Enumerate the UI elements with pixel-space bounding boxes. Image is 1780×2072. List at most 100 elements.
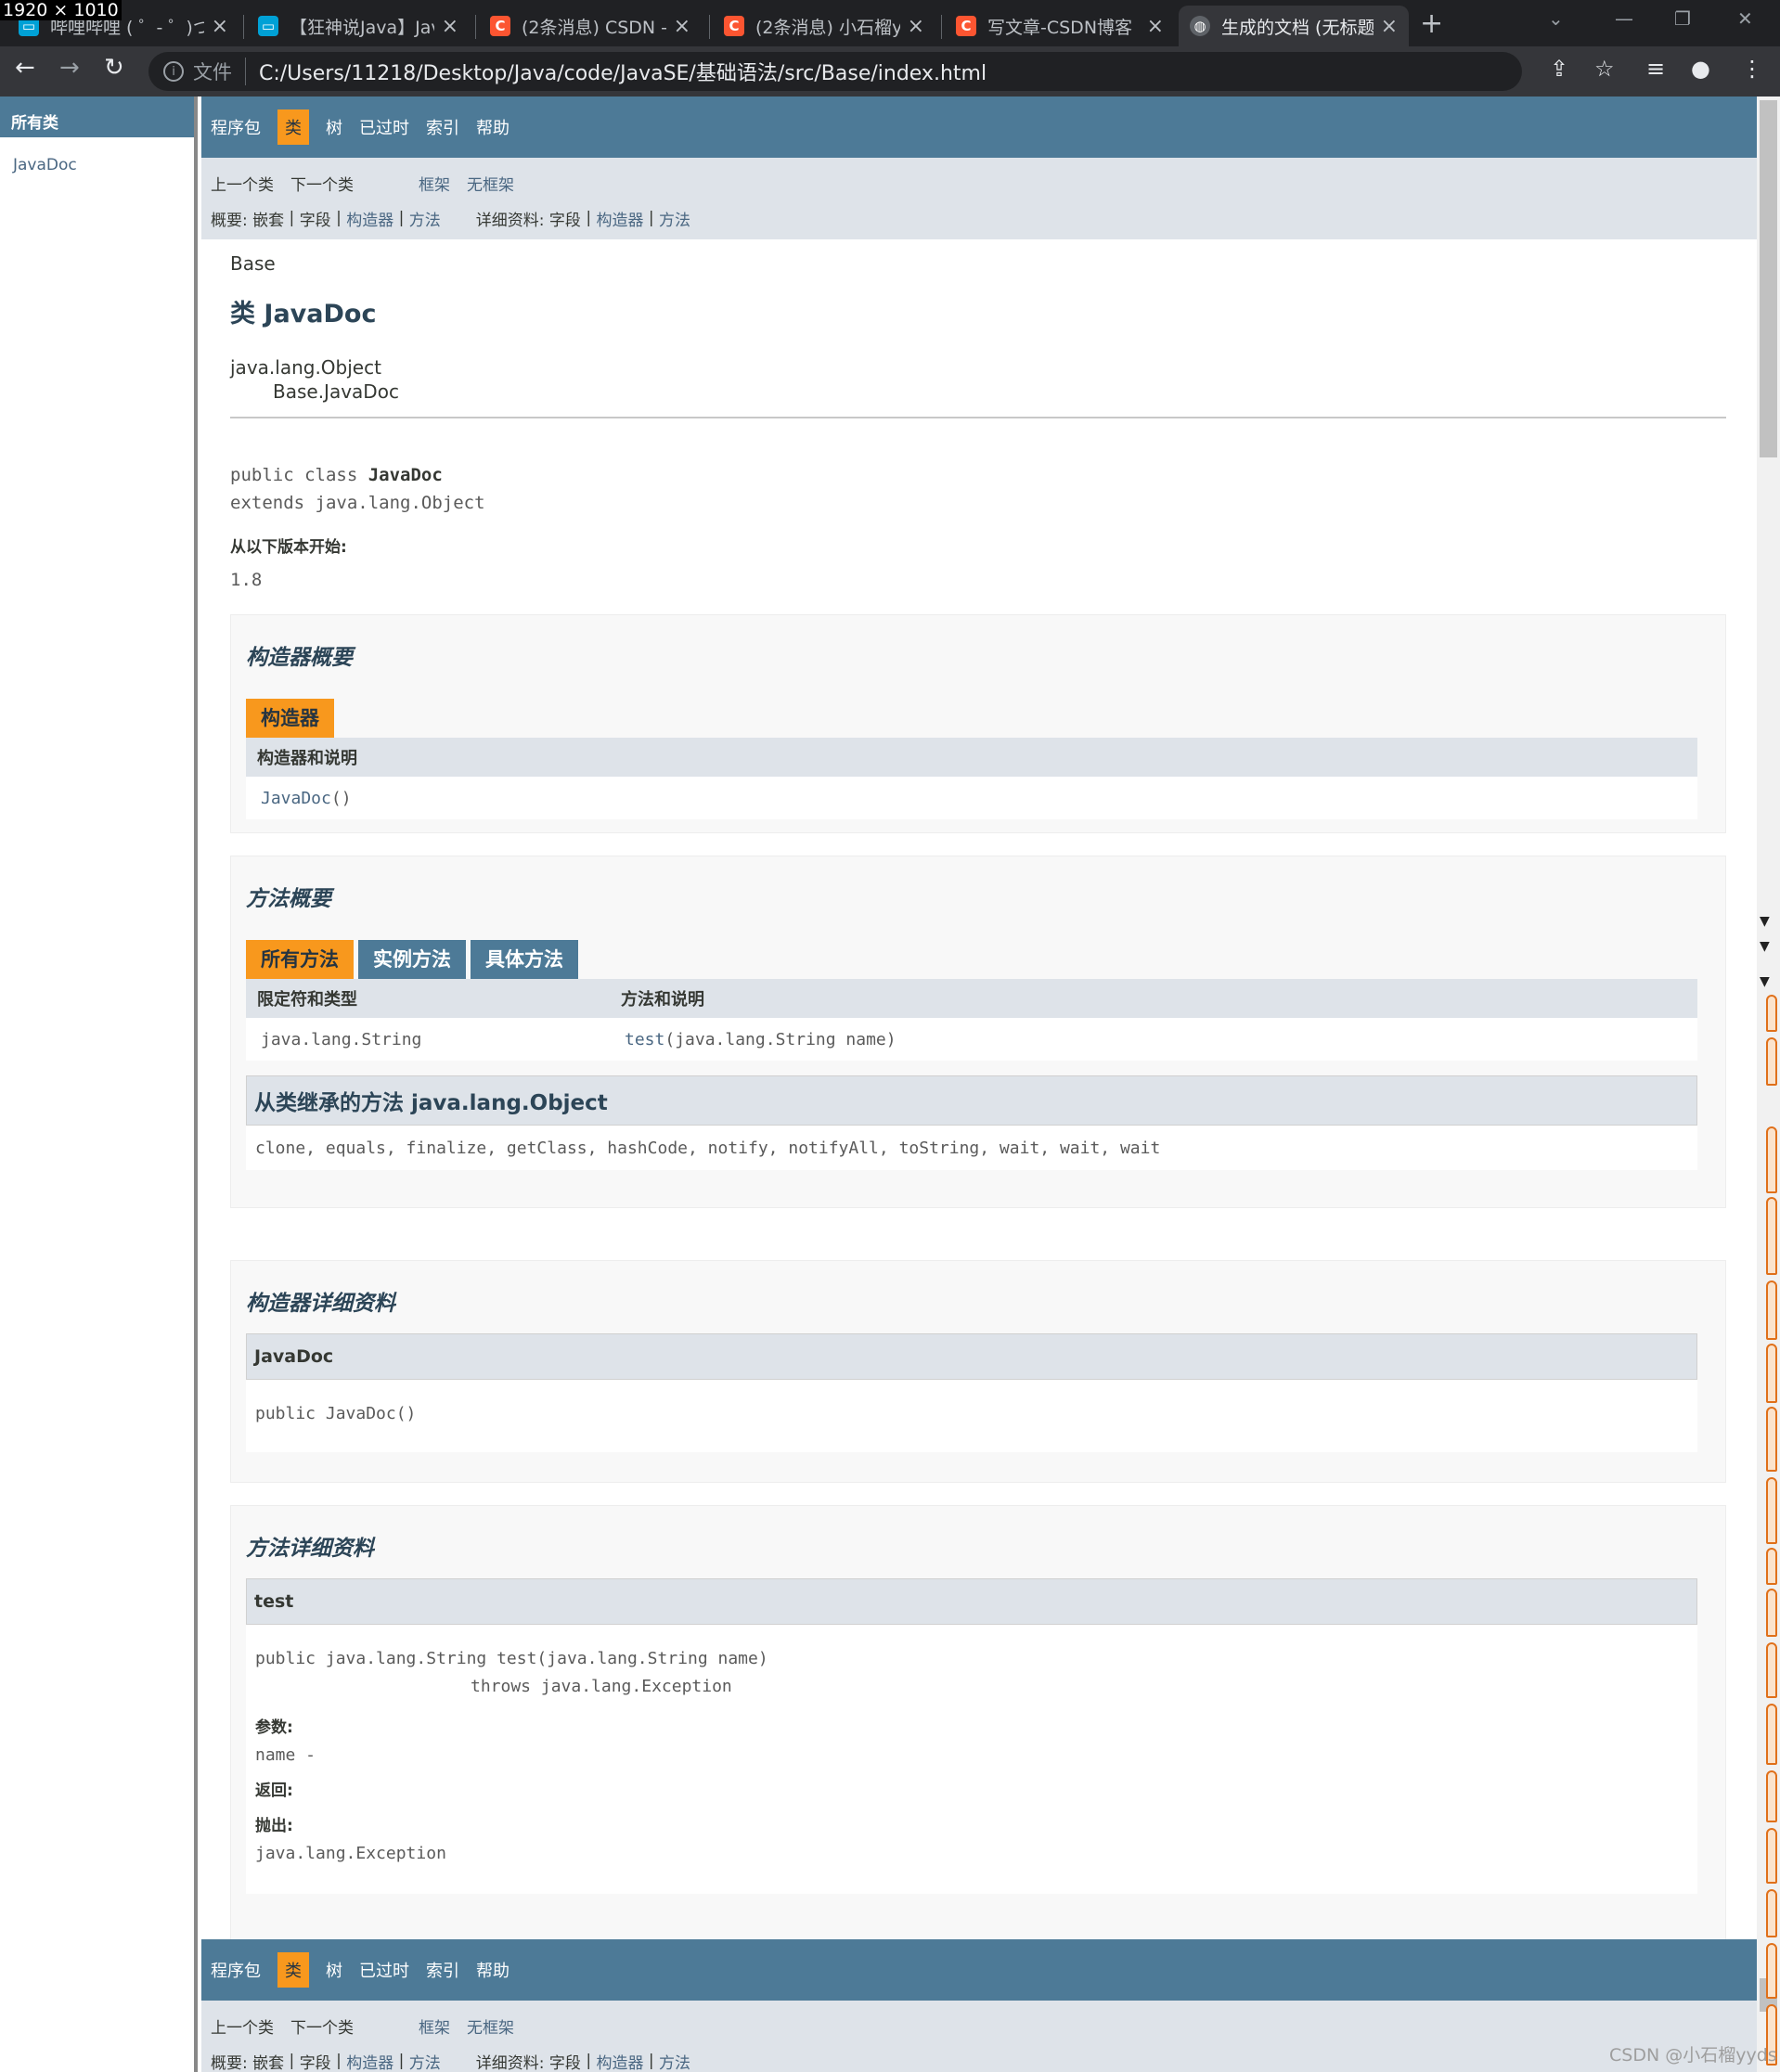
info-icon[interactable]: i [163, 61, 184, 82]
bottom-sub-nav: 上一个类 下一个类 框架 无框架 概要: 嵌套 | 字段 | 构造器 | 方法 … [201, 2001, 1757, 2072]
method-link-test[interactable]: test [625, 1030, 664, 1049]
frames-link[interactable]: 框架 [419, 2014, 450, 2038]
back-icon[interactable]: ← [15, 54, 35, 82]
share-icon[interactable]: ⇪ [1550, 56, 1568, 82]
summary-method-link[interactable]: 方法 [409, 2050, 441, 2072]
detail-method-link[interactable]: 方法 [659, 2050, 690, 2072]
tab-label: 【狂神说Java】Jav [290, 17, 434, 38]
minimize-icon[interactable]: — [1615, 7, 1633, 30]
tab-label: (2条消息) 小石榴yy [755, 17, 900, 38]
pencil-icon [1766, 1889, 1777, 1937]
method-summary: 方法概要 所有方法 实例方法 具体方法 限定符和类型 方法和说明 java.lang… [230, 856, 1726, 1208]
pencil-icon [1766, 1828, 1777, 1884]
method-detail-title: 方法详细资料 [246, 1537, 374, 1561]
constructor-detail-title: 构造器详细资料 [246, 1292, 395, 1316]
detail-constructor-link[interactable]: 构造器 [596, 2050, 643, 2072]
close-icon[interactable]: × [674, 15, 690, 38]
forward-icon[interactable]: → [59, 54, 80, 82]
menu-icon[interactable]: ⋮ [1741, 56, 1763, 82]
browser-tab-2[interactable]: ▭ 【狂神说Java】Jav × [247, 6, 470, 46]
tab-all-methods[interactable]: 所有方法 [246, 940, 354, 979]
window-close-icon[interactable]: ✕ [1737, 7, 1753, 30]
class-signature: public class JavaDoc extends java.lang.O… [230, 461, 1729, 517]
scroll-down-arrow-icon[interactable]: ▼ [1760, 974, 1770, 989]
col-method-desc: 方法和说明 [621, 990, 704, 1010]
summary-constructor-link[interactable]: 构造器 [346, 2050, 393, 2072]
address-bar[interactable]: i 文件 C:/Users/11218/Desktop/Java/code/Ja… [148, 52, 1522, 91]
constructor-summary-title: 构造器概要 [246, 646, 353, 670]
tab-concrete-methods[interactable]: 具体方法 [471, 940, 578, 979]
close-icon[interactable]: × [212, 15, 228, 38]
constructor-args: () [330, 788, 352, 808]
constructor-summary: 构造器概要 构造器 构造器和说明 JavaDoc() [230, 614, 1726, 833]
nav-deprecated[interactable]: 已过时 [359, 1952, 409, 1988]
nav-help[interactable]: 帮助 [476, 109, 509, 145]
inherited-methods-list[interactable]: clone, equals, finalize, getClass, hashC… [246, 1126, 1697, 1170]
browser-tab-4[interactable]: C (2条消息) 小石榴yy × [713, 6, 935, 46]
close-icon[interactable]: × [1147, 15, 1164, 38]
scrollbar-thumb[interactable] [1760, 100, 1777, 457]
scroll-down-arrow-icon[interactable]: ▼ [1760, 914, 1770, 929]
no-frames-link[interactable]: 无框架 [467, 172, 514, 195]
reload-icon[interactable]: ↻ [104, 54, 124, 82]
globe-icon: ◍ [1190, 16, 1210, 36]
prev-class: 上一个类 [211, 2018, 274, 2038]
method-args: (java.lang.String name) [664, 1029, 896, 1049]
nav-index[interactable]: 索引 [426, 109, 459, 145]
table-row: java.lang.String test (java.lang.String n… [246, 1018, 1697, 1061]
bottom-nav: 程序包 类 树 已过时 索引 帮助 上一个类 下一个类 框架 无框架 概要: 嵌… [201, 1939, 1757, 2072]
detail-field: 字段 [548, 2053, 581, 2072]
prev-class: 上一个类 [211, 175, 274, 195]
summary-constructor-link[interactable]: 构造器 [346, 207, 393, 230]
browser-tab-3[interactable]: C (2条消息) CSDN - × [479, 6, 702, 46]
method-signature-line1: public java.lang.String test(java.lang.S… [255, 1649, 768, 1668]
pencil-icon [1766, 1197, 1777, 1275]
tab-search-icon[interactable]: ⌄ [1548, 7, 1564, 30]
browser-toolbar: ← → ↻ i 文件 C:/Users/11218/Desktop/Java/c… [0, 46, 1780, 97]
summary-method-link[interactable]: 方法 [409, 207, 441, 230]
nav-index[interactable]: 索引 [426, 1952, 459, 1988]
detail-method-link[interactable]: 方法 [659, 207, 690, 230]
close-icon[interactable]: × [1381, 15, 1398, 38]
new-tab-button[interactable]: + [1420, 7, 1443, 40]
nav-class: 类 [277, 1952, 309, 1988]
sub-nav: 上一个类 下一个类 框架 无框架 概要: 嵌套 | 字段 | 构造器 | 方法 … [201, 158, 1757, 239]
class-link-javadoc[interactable]: JavaDoc [0, 137, 194, 193]
constructor-link[interactable]: JavaDoc [261, 789, 331, 808]
method-return-type: java.lang.String [261, 1029, 422, 1049]
address-url[interactable]: C:/Users/11218/Desktop/Java/code/JavaSE/… [259, 57, 987, 86]
tab-label: (2条消息) CSDN - [522, 17, 666, 38]
nav-package[interactable]: 程序包 [211, 1952, 261, 1988]
params-label: 参数: [255, 1718, 293, 1737]
pencil-icon [1766, 1281, 1777, 1340]
browser-tab-active[interactable]: ◍ 生成的文档 (无标题) × [1179, 6, 1409, 46]
throws-label: 抛出: [255, 1817, 293, 1835]
method-detail-body: public java.lang.String test(java.lang.S… [246, 1625, 1697, 1894]
no-frames-link[interactable]: 无框架 [467, 2014, 514, 2038]
all-classes-header: 所有类 [0, 97, 194, 137]
constructor-detail-name: JavaDoc [246, 1333, 1697, 1380]
inheritance-tree: java.lang.Object Base.JavaDoc [230, 355, 1729, 404]
constructor-detail-signature: public JavaDoc() [246, 1380, 1697, 1452]
star-icon[interactable]: ☆ [1594, 56, 1615, 82]
close-icon[interactable]: × [908, 15, 924, 38]
nav-help[interactable]: 帮助 [476, 1952, 509, 1988]
nav-package[interactable]: 程序包 [211, 109, 261, 145]
frames-link[interactable]: 框架 [419, 172, 450, 195]
detail-constructor-link[interactable]: 构造器 [596, 207, 643, 230]
browser-tab-5[interactable]: C 写文章-CSDN博客 × [945, 6, 1175, 46]
bilibili-icon: ▭ [258, 16, 278, 36]
nav-deprecated[interactable]: 已过时 [359, 109, 409, 145]
close-icon[interactable]: × [442, 15, 458, 38]
detail-label: 详细资料: [475, 2053, 545, 2072]
scroll-down-arrow-icon[interactable]: ▼ [1760, 939, 1770, 954]
nav-tree[interactable]: 树 [326, 1952, 342, 1988]
restore-icon[interactable]: ❐ [1674, 7, 1691, 30]
tab-instance-methods[interactable]: 实例方法 [358, 940, 466, 979]
profile-icon[interactable]: ● [1691, 56, 1710, 82]
bottom-nav-bar: 程序包 类 树 已过时 索引 帮助 [201, 1939, 1757, 2001]
nav-tree[interactable]: 树 [326, 109, 342, 145]
class-content: Base 类 JavaDoc java.lang.Object Base.Jav… [201, 239, 1757, 1941]
reading-list-icon[interactable]: ≡ [1646, 56, 1665, 82]
table-row: JavaDoc() [246, 777, 1697, 819]
